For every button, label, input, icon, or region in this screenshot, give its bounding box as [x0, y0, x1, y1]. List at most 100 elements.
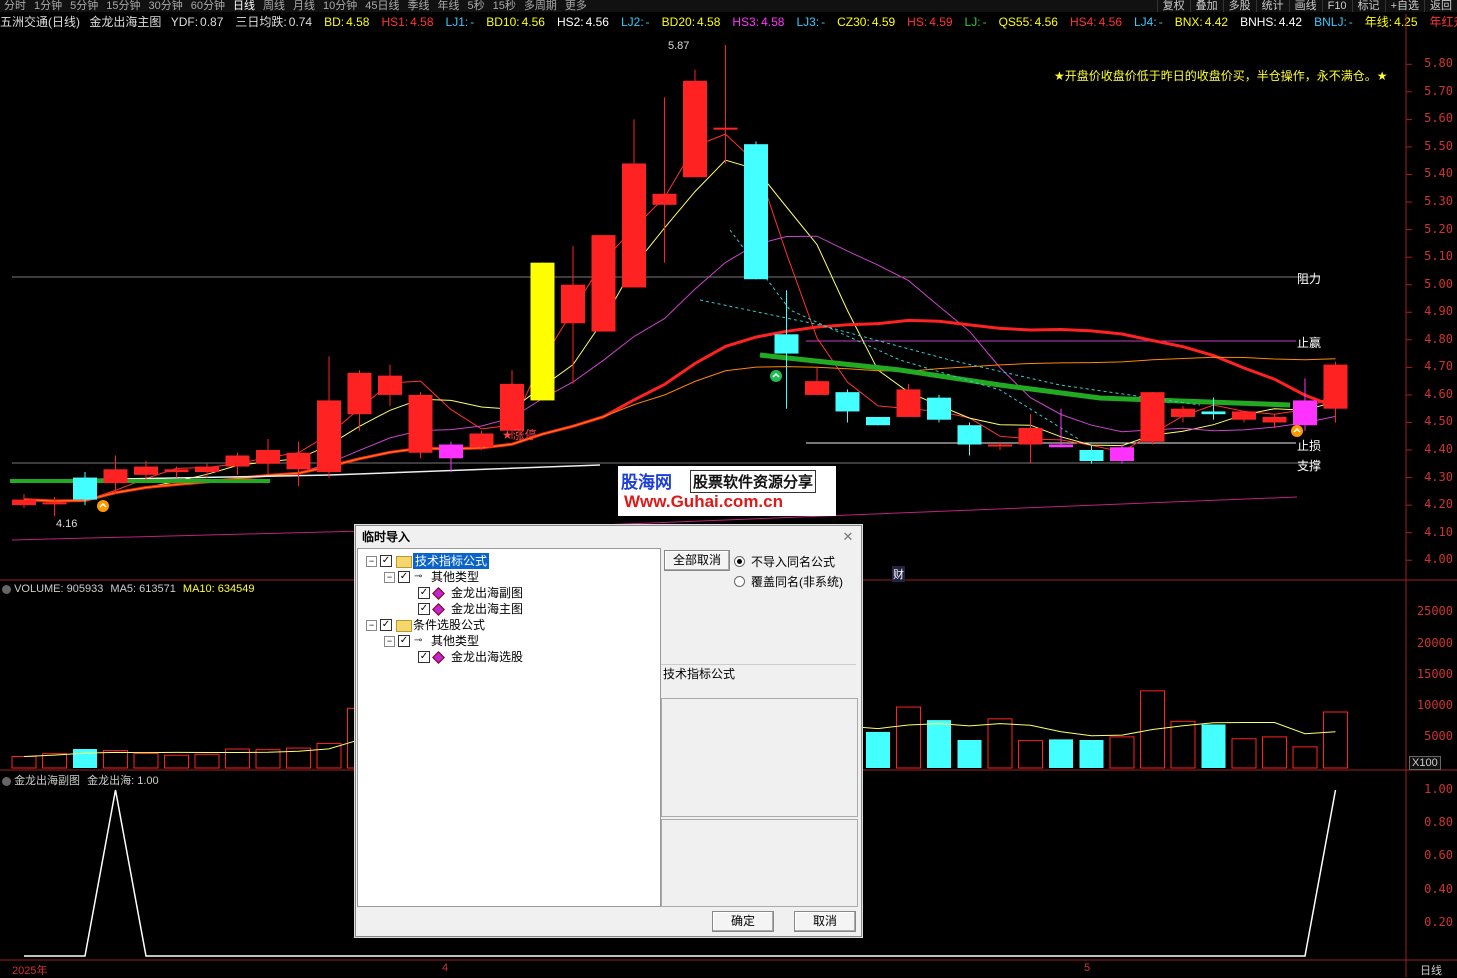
tree-node[interactable]: ✓金龙出海主图 — [358, 601, 658, 617]
price-tick: 4.50 — [1424, 414, 1453, 428]
limit-up-label: ★涨停 — [502, 426, 537, 443]
tree-node[interactable]: ✓ 金龙出海副图 — [358, 585, 658, 601]
folder-icon — [396, 620, 412, 632]
candle-body — [317, 400, 341, 472]
stop-loss-label: 止损 — [1297, 437, 1321, 454]
collapse-icon[interactable]: − — [366, 556, 377, 567]
tree-node[interactable]: ✓ 金龙出海选股 — [358, 649, 658, 665]
sub-tick: 0.80 — [1424, 815, 1453, 829]
candle-body — [805, 381, 829, 395]
tree-node[interactable]: −✓⊸其他类型 — [358, 569, 658, 585]
cancel-button[interactable]: 取消 — [794, 911, 856, 932]
no-import-label[interactable]: 不导入同名公式 — [751, 553, 835, 570]
tree-node[interactable]: −✓技术指标公式 — [358, 553, 658, 569]
collapse-icon[interactable]: − — [366, 620, 377, 631]
tree-node[interactable]: −✓ 条件选股公式 — [358, 617, 658, 633]
description-box — [661, 698, 858, 817]
tree-checkbox[interactable]: ✓ — [418, 603, 430, 615]
candle-body — [287, 453, 311, 470]
volume-bar — [1110, 737, 1134, 768]
tree-node-label: 条件选股公式 — [413, 617, 485, 633]
price-tick: 4.90 — [1424, 304, 1453, 318]
overwrite-label[interactable]: 覆盖同名(非系统) — [751, 573, 843, 590]
price-tick: 4.30 — [1424, 470, 1453, 484]
tree-checkbox[interactable]: ✓ — [418, 587, 430, 599]
tree-node-label: 金龙出海副图 — [451, 585, 523, 601]
finance-mark[interactable]: 财 — [892, 566, 905, 582]
collapse-icon[interactable]: − — [384, 572, 395, 583]
volume-bar — [1171, 721, 1195, 768]
candle-body — [592, 235, 616, 331]
volume-tick: 20000 — [1417, 636, 1453, 650]
price-tick: 5.20 — [1424, 222, 1453, 236]
buy-signal-icon-dot — [1291, 425, 1303, 437]
overwrite-radio[interactable] — [734, 576, 745, 587]
volume-bar — [988, 719, 1012, 768]
formula-icon — [432, 603, 445, 616]
price-tick: 4.00 — [1424, 552, 1453, 566]
candle-body — [714, 128, 738, 130]
ma-line-10 — [24, 236, 1336, 501]
dialog-titlebar[interactable]: 临时导入 — [356, 526, 861, 548]
candle-body — [500, 384, 524, 431]
price-tick: 5.80 — [1424, 56, 1453, 70]
watermark-logo: 股海网 — [621, 468, 672, 493]
ma-line-5 — [24, 160, 1336, 501]
candle-body — [1080, 450, 1104, 461]
price-tick: 4.70 — [1424, 359, 1453, 373]
sub-header: 金龙出海副图 金龙出海: 1.00 — [2, 772, 159, 788]
tree-checkbox[interactable]: ✓ — [398, 571, 410, 583]
no-import-radio[interactable] — [734, 556, 745, 567]
volume-bar — [12, 756, 36, 768]
deselect-all-button[interactable]: 全部取消 — [664, 550, 730, 571]
candle-body — [653, 194, 677, 205]
tree-node-label: 其他类型 — [431, 569, 479, 585]
candle-body — [195, 467, 219, 473]
volume-tick: 5000 — [1424, 729, 1453, 743]
volume-bar — [104, 751, 128, 768]
candle-body — [866, 417, 890, 425]
ma-line-short — [24, 134, 1336, 501]
folder-icon — [396, 556, 412, 568]
tree-node[interactable]: −✓⊸其他类型 — [358, 633, 658, 649]
candle-body — [1232, 411, 1256, 419]
volume-bar — [1049, 739, 1073, 768]
candle-body — [1293, 400, 1317, 425]
volume-tick: 15000 — [1417, 667, 1453, 681]
formula-tree[interactable]: −✓技术指标公式−✓⊸其他类型✓金龙出海副图✓金龙出海主图−✓条件选股公式−✓⊸… — [357, 548, 661, 907]
volume-bar — [73, 749, 97, 768]
candle-body — [104, 469, 128, 483]
candle-body — [470, 433, 494, 447]
info-panel: 技术指标公式 — [661, 664, 856, 695]
formula-icon — [432, 587, 445, 600]
candle-body — [409, 395, 433, 453]
tree-node-label: 金龙出海选股 — [451, 649, 523, 665]
volume-bar — [134, 753, 158, 768]
price-tick: 5.30 — [1424, 194, 1453, 208]
candle-body — [561, 285, 585, 324]
close-icon[interactable]: ✕ — [841, 530, 855, 544]
candle-body — [836, 392, 860, 411]
candle-body — [775, 334, 799, 353]
tree-checkbox[interactable]: ✓ — [398, 635, 410, 647]
volume-bar — [958, 740, 982, 768]
watermark-slogan: 股票软件资源分享 — [690, 470, 816, 493]
detail-box — [661, 819, 858, 907]
candle-body — [1049, 445, 1073, 448]
candle-body — [1019, 428, 1043, 445]
candle-body — [531, 263, 555, 401]
tree-checkbox[interactable]: ✓ — [418, 651, 430, 663]
ok-button[interactable]: 确定 — [712, 911, 774, 932]
candle-body — [378, 376, 402, 395]
volume-bar — [1232, 739, 1256, 768]
collapse-icon[interactable]: − — [384, 636, 395, 647]
dialog-title: 临时导入 — [362, 530, 410, 544]
volume-bar — [1080, 740, 1104, 768]
buy-signal-icon — [1291, 425, 1303, 437]
tree-checkbox[interactable]: ✓ — [380, 555, 392, 567]
volume-bar — [897, 707, 921, 768]
watermark-url: Www.Guhai.com.cn — [624, 492, 783, 512]
tree-checkbox[interactable]: ✓ — [380, 619, 392, 631]
candle-body — [134, 467, 158, 475]
candle-body — [1202, 411, 1226, 414]
